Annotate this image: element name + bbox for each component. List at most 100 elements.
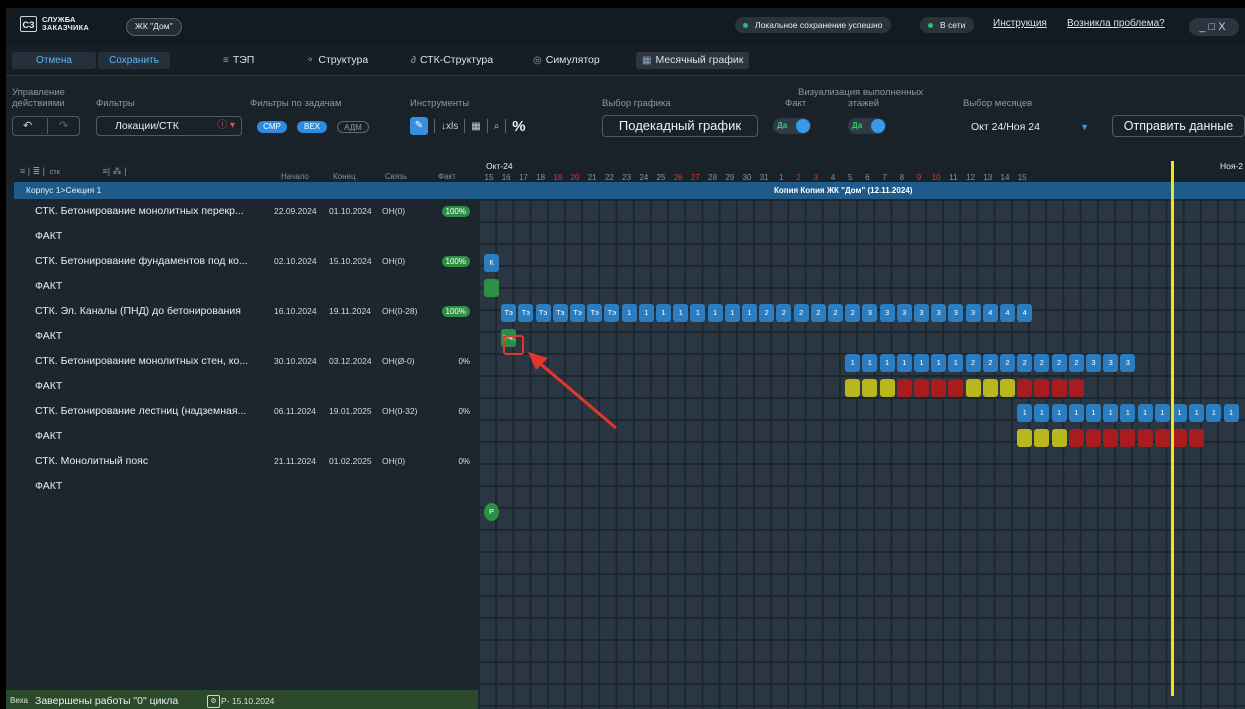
fact-cell[interactable] <box>914 379 929 397</box>
plan-cell[interactable]: 1 <box>1206 404 1222 422</box>
plan-cell[interactable]: 1 <box>742 304 757 322</box>
months-select[interactable]: Окт 24/Ноя 24 ▼ <box>968 119 1099 135</box>
fact-cell[interactable] <box>931 379 947 397</box>
plan-cell[interactable]: 1 <box>1137 404 1153 422</box>
plan-cell[interactable]: Тэ <box>552 304 568 322</box>
plan-cell[interactable]: 3 <box>1103 354 1119 372</box>
plan-cell[interactable]: 3 <box>862 304 878 322</box>
plan-cell[interactable]: 3 <box>1120 354 1136 372</box>
plan-cell[interactable]: 4 <box>1017 304 1033 322</box>
percent-button[interactable]: % <box>512 118 525 135</box>
plan-cell[interactable]: 1 <box>862 354 878 372</box>
plan-cell[interactable]: 1 <box>931 354 947 372</box>
plan-cell[interactable]: Тэ <box>501 304 517 322</box>
plan-cell[interactable]: 1 <box>845 354 861 372</box>
fact-cell[interactable] <box>1154 429 1170 447</box>
plan-cell[interactable]: Тэ <box>518 304 534 322</box>
task-row[interactable]: СТК. Бетонирование фундаментов под ко...… <box>6 249 478 274</box>
plan-cell[interactable]: 2 <box>759 304 775 322</box>
tab-tep[interactable]: ≡ ТЭП <box>223 52 254 69</box>
plan-cell[interactable]: 1 <box>1172 404 1187 422</box>
plan-cell[interactable]: 2 <box>965 354 981 372</box>
task-row[interactable]: СТК. Эл. Каналы (ПНД) до бетонирования 16… <box>6 299 478 324</box>
plan-cell[interactable]: Тэ <box>535 304 551 322</box>
milestone-settings-icon[interactable]: ⚙ <box>207 695 220 708</box>
plan-cell[interactable]: 1 <box>914 354 929 372</box>
chip-adm[interactable]: АДМ <box>337 121 369 133</box>
gantt-grid[interactable] <box>478 199 1245 709</box>
milestone-marker[interactable]: Р <box>484 503 499 521</box>
fact-cell[interactable] <box>1120 429 1136 447</box>
plan-cell[interactable]: 1 <box>1086 404 1101 422</box>
fact-cell[interactable] <box>982 379 998 397</box>
help-link[interactable]: Инструкция <box>993 18 1047 29</box>
plan-cell[interactable]: 1 <box>707 304 723 322</box>
plan-cell[interactable]: 2 <box>1000 354 1015 372</box>
plan-cell[interactable]: 2 <box>828 304 843 322</box>
fact-cell[interactable] <box>1103 429 1119 447</box>
fact-cell[interactable] <box>1172 429 1187 447</box>
send-data-button[interactable]: Отправить данные <box>1112 115 1245 137</box>
plan-cell[interactable]: 3 <box>931 304 947 322</box>
tab-simulator[interactable]: ◎ Симулятор <box>533 52 600 69</box>
plan-cell[interactable]: 1 <box>724 304 740 322</box>
tab-structure[interactable]: ⚬ Структура <box>306 52 368 69</box>
fact-cell[interactable] <box>1137 429 1153 447</box>
plan-cell[interactable]: 1 <box>673 304 689 322</box>
plan-cell[interactable]: 1 <box>896 354 912 372</box>
plan-cell[interactable]: 1 <box>1051 404 1067 422</box>
chip-smr[interactable]: СМР <box>257 121 287 133</box>
plan-cell[interactable]: 2 <box>793 304 809 322</box>
fact-cell[interactable] <box>1034 379 1050 397</box>
plan-cell[interactable]: Тэ <box>570 304 585 322</box>
plan-cell[interactable]: 2 <box>1051 354 1067 372</box>
tab-stk-structure[interactable]: ∂ СТК-Структура <box>411 52 493 69</box>
fact-cell[interactable] <box>879 379 895 397</box>
fact-cell[interactable] <box>1017 429 1033 447</box>
plan-cell[interactable]: 1 <box>1120 404 1136 422</box>
fact-cell[interactable] <box>948 379 964 397</box>
search-icon[interactable]: ⌕ <box>494 121 500 132</box>
plan-cell-k[interactable]: К <box>484 254 499 272</box>
filter-list-icon[interactable]: ≡| ⁂ | <box>102 166 126 176</box>
graph-type-select[interactable]: Подекадный график <box>602 115 758 137</box>
plan-cell[interactable]: 3 <box>965 304 981 322</box>
task-row[interactable]: СТК. Бетонирование монолитных стен, ко..… <box>6 349 478 374</box>
plan-cell[interactable]: 4 <box>1000 304 1015 322</box>
plan-cell[interactable]: 1 <box>690 304 706 322</box>
plan-cell[interactable]: 1 <box>1034 404 1050 422</box>
plan-cell[interactable]: Тэ <box>604 304 620 322</box>
plan-cell[interactable]: 2 <box>1034 354 1050 372</box>
fact-cell[interactable] <box>965 379 981 397</box>
plan-cell[interactable]: 2 <box>1068 354 1084 372</box>
plan-cell[interactable]: 1 <box>1223 404 1239 422</box>
plan-cell[interactable]: 3 <box>914 304 929 322</box>
fact-cell[interactable] <box>1017 379 1033 397</box>
fact-cell[interactable] <box>845 379 861 397</box>
fact-cell[interactable] <box>1189 429 1205 447</box>
fact-row[interactable]: ФАКТ <box>6 474 478 499</box>
plan-cell[interactable]: 3 <box>948 304 964 322</box>
fact-cell[interactable] <box>1068 429 1084 447</box>
task-row[interactable]: СТК. Монолитный пояс 21.11.2024 01.02.2025… <box>6 449 478 474</box>
fact-row[interactable]: ФАКТ <box>6 324 478 349</box>
plan-cell[interactable]: 1 <box>948 354 964 372</box>
plan-cell[interactable]: 1 <box>1017 404 1033 422</box>
fact-row[interactable]: ФАКТ <box>6 224 478 249</box>
floors-viz-toggle[interactable]: Да <box>848 118 886 134</box>
milestone-row[interactable]: Веха Завершены работы "0" цикла ⚙ Р- 15.… <box>6 690 478 709</box>
fact-cell[interactable] <box>1086 429 1101 447</box>
plan-cell[interactable]: 1 <box>1154 404 1170 422</box>
fact-cell[interactable] <box>1051 429 1067 447</box>
plan-cell[interactable]: 1 <box>621 304 637 322</box>
plan-cell[interactable]: 2 <box>845 304 861 322</box>
fact-cell[interactable] <box>1068 379 1084 397</box>
plan-cell[interactable]: 4 <box>982 304 998 322</box>
plan-cell[interactable]: 2 <box>1017 354 1033 372</box>
fact-toggle[interactable]: Да <box>773 118 811 134</box>
undo-icon[interactable]: ↶ <box>23 119 32 132</box>
export-xls-button[interactable]: ↓xls <box>441 121 458 132</box>
task-row[interactable]: СТК. Бетонирование монолитных перекр... 2… <box>6 199 478 224</box>
brush-icon[interactable]: ✎ <box>410 117 428 135</box>
section-row[interactable]: Корпус 1>Секция 1 Копия Копия ЖК "Дом" (… <box>14 182 1245 199</box>
